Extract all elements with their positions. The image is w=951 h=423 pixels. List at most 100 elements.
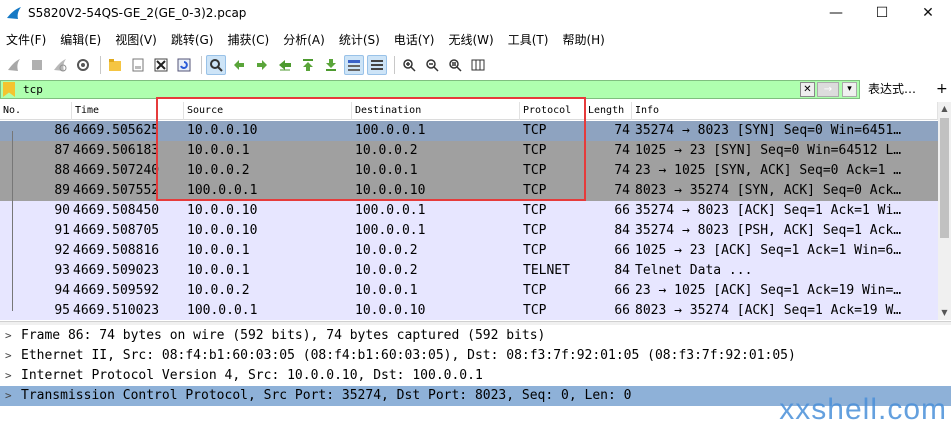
packet-source: 10.0.0.10 (187, 223, 258, 238)
menu-edit[interactable]: 编辑(E) (54, 31, 101, 48)
packet-list-scrollbar[interactable]: ▲ ▼ (938, 102, 951, 320)
scroll-down-icon[interactable]: ▼ (938, 306, 951, 320)
bookmark-icon[interactable] (3, 82, 15, 97)
detail-text: Internet Protocol Version 4, Src: 10.0.0… (21, 368, 483, 383)
start-capture-button[interactable] (4, 55, 24, 75)
reload-file-button[interactable] (174, 55, 194, 75)
column-header-source[interactable]: Source (184, 102, 352, 120)
display-filter-input[interactable]: tcp ✕ → ▾ (0, 80, 860, 99)
packet-no: 93 (54, 263, 70, 278)
find-packet-button[interactable] (206, 55, 226, 75)
zoom-in-button[interactable] (399, 55, 419, 75)
scrollbar-thumb[interactable] (940, 118, 949, 238)
column-header-length[interactable]: Length (585, 102, 632, 120)
go-back-button[interactable] (229, 55, 249, 75)
menu-analyze[interactable]: 分析(A) (277, 31, 325, 48)
menu-view[interactable]: 视图(V) (109, 31, 157, 48)
add-filter-button[interactable]: + (936, 80, 948, 99)
column-header-time[interactable]: Time (72, 102, 184, 120)
packet-row[interactable]: 93 4669.509023 10.0.0.1 10.0.0.2 TELNET … (0, 261, 938, 281)
zoom-out-button[interactable] (422, 55, 442, 75)
packet-source: 100.0.0.1 (187, 303, 258, 318)
packet-info: Telnet Data ... (635, 263, 753, 278)
maximize-button[interactable]: ☐ (859, 0, 905, 26)
detail-ip[interactable]: > Internet Protocol Version 4, Src: 10.0… (0, 366, 951, 386)
detail-frame[interactable]: > Frame 86: 74 bytes on wire (592 bits),… (0, 326, 951, 346)
menu-file[interactable]: 文件(F) (0, 31, 46, 48)
minimize-button[interactable]: — (813, 0, 859, 26)
expand-chevron-icon[interactable]: > (5, 346, 12, 366)
close-file-button[interactable] (151, 55, 171, 75)
window-title: S5820V2-54QS-GE_2(GE_0-3)2.pcap (28, 6, 247, 20)
packet-info: 35274 → 8023 [SYN] Seq=0 Win=6451… (635, 123, 902, 138)
zoom-reset-button[interactable] (445, 55, 465, 75)
clear-filter-button[interactable]: ✕ (800, 82, 815, 97)
menu-statistics[interactable]: 统计(S) (333, 31, 380, 48)
stop-capture-button[interactable] (27, 55, 47, 75)
expand-chevron-icon[interactable]: > (5, 326, 12, 346)
save-file-button[interactable] (128, 55, 148, 75)
toolbar-separator (201, 56, 202, 74)
packet-source: 10.0.0.1 (187, 263, 250, 278)
packet-row[interactable]: 90 4669.508450 10.0.0.10 100.0.0.1 TCP 6… (0, 201, 938, 221)
packet-row[interactable]: 88 4669.507240 10.0.0.2 10.0.0.1 TCP 74 … (0, 161, 938, 181)
pane-splitter[interactable] (0, 321, 951, 325)
menu-go[interactable]: 跳转(G) (165, 31, 214, 48)
packet-row[interactable]: 89 4669.507552 100.0.0.1 10.0.0.10 TCP 7… (0, 181, 938, 201)
packet-destination: 10.0.0.1 (355, 283, 418, 298)
capture-options-button[interactable] (73, 55, 93, 75)
packet-info: 23 → 1025 [ACK] Seq=1 Ack=19 Win=… (635, 283, 902, 298)
menu-help[interactable]: 帮助(H) (556, 31, 604, 48)
column-header-destination[interactable]: Destination (352, 102, 520, 120)
packet-destination: 100.0.0.1 (355, 223, 426, 238)
filter-history-dropdown[interactable]: ▾ (842, 82, 857, 97)
expand-chevron-icon[interactable]: > (5, 386, 12, 406)
packet-row[interactable]: 91 4669.508705 10.0.0.10 100.0.0.1 TCP 8… (0, 221, 938, 241)
go-last-packet-button[interactable] (321, 55, 341, 75)
packet-no: 94 (54, 283, 70, 298)
apply-filter-button[interactable]: → (817, 82, 839, 97)
packet-row[interactable]: 94 4669.509592 10.0.0.2 10.0.0.1 TCP 66 … (0, 281, 938, 301)
zoom-in-icon (403, 59, 416, 72)
packet-length: 66 (614, 303, 630, 318)
packet-time: 4669.505625 (73, 123, 160, 138)
toolbar-separator (100, 56, 101, 74)
scroll-up-icon[interactable]: ▲ (938, 102, 951, 116)
close-button[interactable]: ✕ (905, 0, 951, 26)
packet-info: 1025 → 23 [SYN] Seq=0 Win=64512 L… (635, 143, 902, 158)
go-to-packet-button[interactable] (275, 55, 295, 75)
expression-button[interactable]: 表达式… (868, 80, 916, 99)
packet-length: 84 (614, 263, 630, 278)
menu-tools[interactable]: 工具(T) (502, 31, 549, 48)
menu-telephony[interactable]: 电话(Y) (388, 31, 435, 48)
window-controls: — ☐ ✕ (813, 0, 951, 26)
packet-row[interactable]: 95 4669.510023 100.0.0.1 10.0.0.10 TCP 6… (0, 301, 938, 320)
packet-row[interactable]: 87 4669.506183 10.0.0.1 10.0.0.2 TCP 74 … (0, 141, 938, 161)
column-header-protocol[interactable]: Protocol (520, 102, 585, 120)
arrow-bottom-icon (326, 59, 336, 71)
arrow-right-icon (257, 60, 267, 70)
menu-capture[interactable]: 捕获(C) (221, 31, 269, 48)
restart-capture-button[interactable] (50, 55, 70, 75)
column-header-info[interactable]: Info (632, 102, 938, 120)
packet-info: 1025 → 23 [ACK] Seq=1 Ack=1 Win=6… (635, 243, 902, 258)
colorize-button[interactable] (367, 55, 387, 75)
packet-no: 86 (54, 123, 70, 138)
zoom-reset-icon (449, 59, 462, 72)
go-forward-button[interactable] (252, 55, 272, 75)
expand-chevron-icon[interactable]: > (5, 366, 12, 386)
autoscroll-button[interactable] (344, 55, 364, 75)
packet-protocol: TCP (523, 183, 547, 198)
go-first-packet-button[interactable] (298, 55, 318, 75)
detail-ethernet[interactable]: > Ethernet II, Src: 08:f4:b1:60:03:05 (0… (0, 346, 951, 366)
packet-row[interactable]: 86 4669.505625 10.0.0.10 100.0.0.1 TCP 7… (0, 121, 938, 141)
open-file-button[interactable] (105, 55, 125, 75)
menu-wireless[interactable]: 无线(W) (443, 31, 494, 48)
packet-length: 74 (614, 163, 630, 178)
resize-columns-button[interactable] (468, 55, 488, 75)
column-header-no[interactable]: No. (0, 102, 72, 120)
packet-time: 4669.508705 (73, 223, 160, 238)
filter-text[interactable]: tcp (23, 83, 43, 96)
packet-row[interactable]: 92 4669.508816 10.0.0.1 10.0.0.2 TCP 66 … (0, 241, 938, 261)
display-filter-bar: tcp ✕ → ▾ 表达式… + (0, 80, 951, 99)
